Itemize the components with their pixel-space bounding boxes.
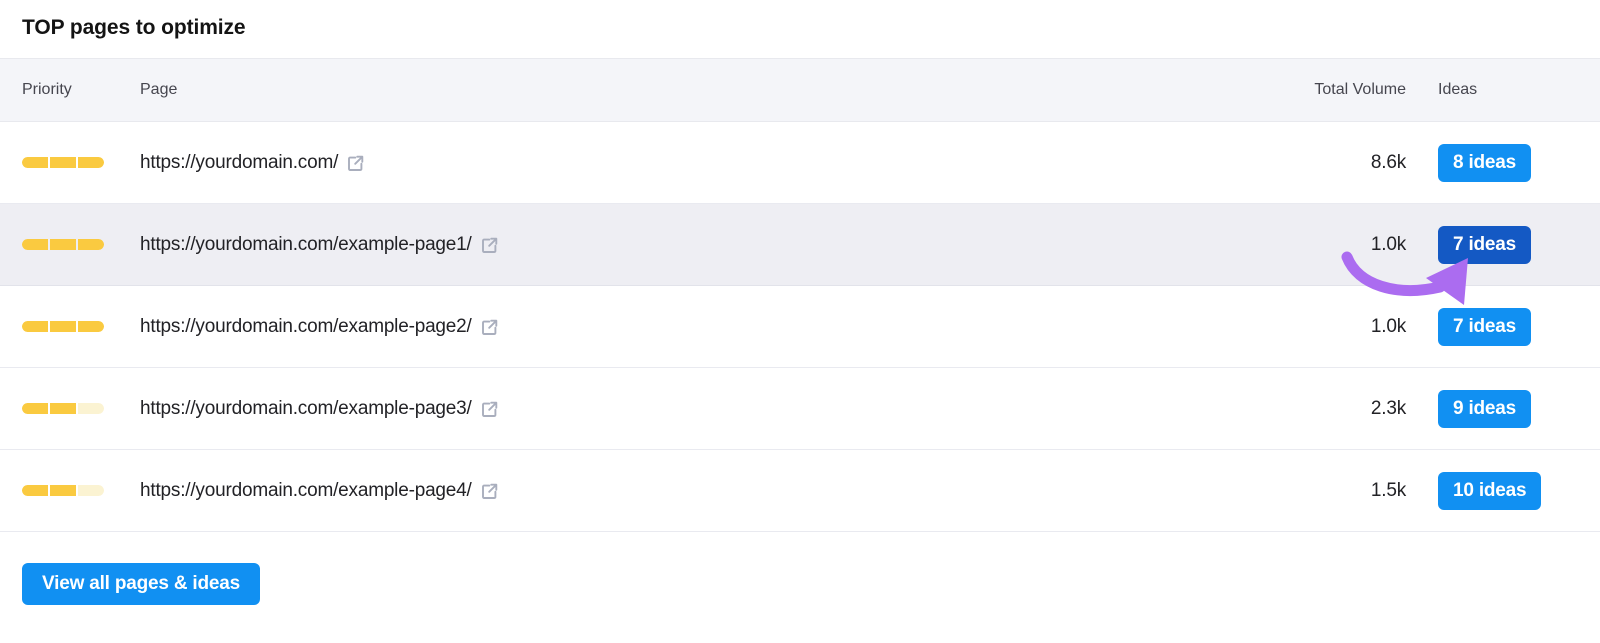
page-title: TOP pages to optimize <box>22 16 246 39</box>
ideas-button[interactable]: 9 ideas <box>1438 389 1532 428</box>
priority-segment <box>22 403 49 414</box>
header-cell-ideas: Ideas <box>1438 81 1600 99</box>
priority-segment <box>77 485 104 496</box>
priority-indicator <box>22 157 104 168</box>
page-link[interactable]: https://yourdomain.com/example-page3/ <box>140 397 1248 421</box>
external-link-icon[interactable] <box>481 483 498 500</box>
cell-priority <box>0 321 120 332</box>
table-body: https://yourdomain.com/8.6k 8 ideas https:… <box>0 122 1600 532</box>
view-all-pages-and-ideas-button[interactable]: View all pages & ideas <box>22 563 261 605</box>
total-volume-value: 1.0k <box>1370 233 1406 255</box>
total-volume-value: 1.5k <box>1370 479 1406 501</box>
priority-segment <box>77 321 104 332</box>
priority-segment <box>49 239 77 250</box>
table-row[interactable]: https://yourdomain.com/8.6k 8 ideas <box>0 122 1600 204</box>
header-label-total-volume: Total Volume <box>1314 81 1406 98</box>
cell-total-volume: 1.0k <box>1248 316 1438 338</box>
external-link-icon[interactable] <box>347 155 364 172</box>
top-pages-widget: TOP pages to optimize Priority Page Tota… <box>0 0 1600 643</box>
total-volume-value: 1.0k <box>1370 315 1406 337</box>
cell-ideas: 7 ideas <box>1438 225 1600 264</box>
total-volume-value: 8.6k <box>1370 151 1406 173</box>
page-link[interactable]: https://yourdomain.com/example-page4/ <box>140 479 1248 503</box>
top-pages-table: Priority Page Total Volume Ideas https:/… <box>0 58 1600 532</box>
cell-total-volume: 2.3k <box>1248 398 1438 420</box>
priority-segment <box>22 157 49 168</box>
cell-page: https://yourdomain.com/example-page3/ <box>120 397 1248 421</box>
priority-segment <box>49 485 77 496</box>
external-link-icon[interactable] <box>481 319 498 336</box>
header-label-priority: Priority <box>22 81 72 98</box>
priority-segment <box>22 239 49 250</box>
header-cell-total-volume: Total Volume <box>1248 81 1438 99</box>
cell-page: https://yourdomain.com/ <box>120 151 1248 175</box>
cell-priority <box>0 239 120 250</box>
cell-priority <box>0 157 120 168</box>
cell-page: https://yourdomain.com/example-page2/ <box>120 315 1248 339</box>
page-url-label: https://yourdomain.com/example-page4/ <box>140 479 472 501</box>
table-header-row: Priority Page Total Volume Ideas <box>0 58 1600 122</box>
external-link-icon[interactable] <box>481 237 498 254</box>
cell-ideas: 10 ideas <box>1438 471 1600 510</box>
priority-segment <box>49 403 77 414</box>
cell-priority <box>0 485 120 496</box>
header-label-page: Page <box>140 81 178 98</box>
priority-segment <box>77 403 104 414</box>
ideas-button[interactable]: 10 ideas <box>1438 471 1542 510</box>
priority-segment <box>22 321 49 332</box>
ideas-button[interactable]: 7 ideas <box>1438 225 1532 264</box>
cell-ideas: 8 ideas <box>1438 143 1600 182</box>
cell-total-volume: 1.0k <box>1248 234 1438 256</box>
cell-page: https://yourdomain.com/example-page4/ <box>120 479 1248 503</box>
cell-total-volume: 1.5k <box>1248 480 1438 502</box>
priority-indicator <box>22 485 104 496</box>
page-url-label: https://yourdomain.com/ <box>140 151 339 173</box>
table-row[interactable]: https://yourdomain.com/example-page1/1.0… <box>0 204 1600 286</box>
priority-segment <box>22 485 49 496</box>
page-url-label: https://yourdomain.com/example-page3/ <box>140 397 472 419</box>
priority-indicator <box>22 403 104 414</box>
cell-priority <box>0 403 120 414</box>
page-link[interactable]: https://yourdomain.com/ <box>140 151 1248 175</box>
priority-segment <box>77 239 104 250</box>
table-row[interactable]: https://yourdomain.com/example-page3/2.3… <box>0 368 1600 450</box>
priority-segment <box>49 321 77 332</box>
header-cell-page: Page <box>120 81 1248 99</box>
cell-ideas: 9 ideas <box>1438 389 1600 428</box>
cell-page: https://yourdomain.com/example-page1/ <box>120 233 1248 257</box>
page-url-label: https://yourdomain.com/example-page2/ <box>140 315 472 337</box>
priority-segment <box>77 157 104 168</box>
header-cell-priority: Priority <box>0 81 120 99</box>
cell-ideas: 7 ideas <box>1438 307 1600 346</box>
priority-indicator <box>22 321 104 332</box>
ideas-button[interactable]: 7 ideas <box>1438 307 1532 346</box>
table-row[interactable]: https://yourdomain.com/example-page2/1.0… <box>0 286 1600 368</box>
ideas-button[interactable]: 8 ideas <box>1438 143 1532 182</box>
page-link[interactable]: https://yourdomain.com/example-page2/ <box>140 315 1248 339</box>
page-url-label: https://yourdomain.com/example-page1/ <box>140 233 472 255</box>
priority-indicator <box>22 239 104 250</box>
header-label-ideas: Ideas <box>1438 81 1478 98</box>
page-link[interactable]: https://yourdomain.com/example-page1/ <box>140 233 1248 257</box>
priority-segment <box>49 157 77 168</box>
table-row[interactable]: https://yourdomain.com/example-page4/1.5… <box>0 450 1600 532</box>
cell-total-volume: 8.6k <box>1248 152 1438 174</box>
total-volume-value: 2.3k <box>1370 397 1406 419</box>
external-link-icon[interactable] <box>481 401 498 418</box>
